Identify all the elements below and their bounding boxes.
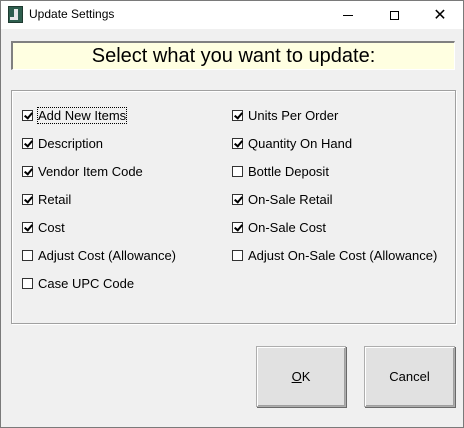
checkbox-box[interactable] xyxy=(22,277,33,289)
header-banner: Select what you want to update: xyxy=(11,41,455,70)
checkbox-description[interactable]: Description xyxy=(22,135,103,151)
checkbox-label: Vendor Item Code xyxy=(38,163,143,179)
close-icon: ✕ xyxy=(433,5,447,24)
close-button[interactable]: ✕ xyxy=(417,1,463,29)
minimize-icon xyxy=(343,14,353,16)
checkbox-label: Adjust On-Sale Cost (Allowance) xyxy=(248,247,438,263)
checkbox-label: On-Sale Cost xyxy=(248,219,327,235)
checkbox-box[interactable] xyxy=(232,109,243,121)
checkbox-box[interactable] xyxy=(22,109,33,121)
ok-accelerator: O xyxy=(291,369,302,384)
checkbox-adjust-on-sale-cost-allowance[interactable]: Adjust On-Sale Cost (Allowance) xyxy=(232,247,437,263)
checkbox-box[interactable] xyxy=(232,137,243,149)
checkbox-case-upc-code[interactable]: Case UPC Code xyxy=(22,275,134,291)
checkbox-label: Adjust Cost (Allowance) xyxy=(38,247,176,263)
window-title: Update Settings xyxy=(29,7,115,21)
checkbox-adjust-cost-allowance[interactable]: Adjust Cost (Allowance) xyxy=(22,247,176,263)
checkbox-label: Cost xyxy=(38,219,65,235)
checkbox-cost[interactable]: Cost xyxy=(22,219,65,235)
checkbox-box[interactable] xyxy=(22,249,33,261)
checkbox-label: Retail xyxy=(38,191,72,207)
ok-button[interactable]: OK xyxy=(256,346,346,407)
app-icon xyxy=(8,6,23,23)
checkbox-add-new-items[interactable]: Add New Items xyxy=(22,106,128,124)
checkbox-label: Description xyxy=(38,135,104,151)
checkbox-bottle-deposit[interactable]: Bottle Deposit xyxy=(232,163,329,179)
checkbox-vendor-item-code[interactable]: Vendor Item Code xyxy=(22,163,143,179)
minimize-button[interactable] xyxy=(325,1,371,29)
checkbox-label: Units Per Order xyxy=(248,107,339,123)
checkbox-on-sale-retail[interactable]: On-Sale Retail xyxy=(232,191,333,207)
maximize-icon xyxy=(389,10,399,20)
checkbox-label: Bottle Deposit xyxy=(248,163,329,179)
checkbox-label: Quantity On Hand xyxy=(248,135,353,151)
checkbox-box[interactable] xyxy=(22,193,33,205)
checkbox-retail[interactable]: Retail xyxy=(22,191,71,207)
title-bar[interactable]: Update Settings ✕ xyxy=(1,1,463,29)
checkbox-label: On-Sale Retail xyxy=(248,191,333,207)
checkbox-quantity-on-hand[interactable]: Quantity On Hand xyxy=(232,135,352,151)
checkbox-on-sale-cost[interactable]: On-Sale Cost xyxy=(232,219,326,235)
checkbox-box[interactable] xyxy=(22,137,33,149)
checkbox-units-per-order[interactable]: Units Per Order xyxy=(232,107,338,123)
checkbox-box[interactable] xyxy=(232,193,243,205)
checkbox-box[interactable] xyxy=(232,165,243,177)
checkbox-box[interactable] xyxy=(232,221,243,233)
maximize-button[interactable] xyxy=(371,1,417,29)
checkbox-label: Add New Items xyxy=(36,106,128,124)
ok-label-rest: K xyxy=(301,369,311,384)
cancel-button[interactable]: Cancel xyxy=(364,346,455,407)
checkbox-box[interactable] xyxy=(22,165,33,177)
checkbox-box[interactable] xyxy=(22,221,33,233)
checkbox-label: Case UPC Code xyxy=(38,275,135,291)
update-settings-dialog: Update Settings ✕ Select what you want t… xyxy=(0,0,464,428)
checkbox-box[interactable] xyxy=(232,249,243,261)
